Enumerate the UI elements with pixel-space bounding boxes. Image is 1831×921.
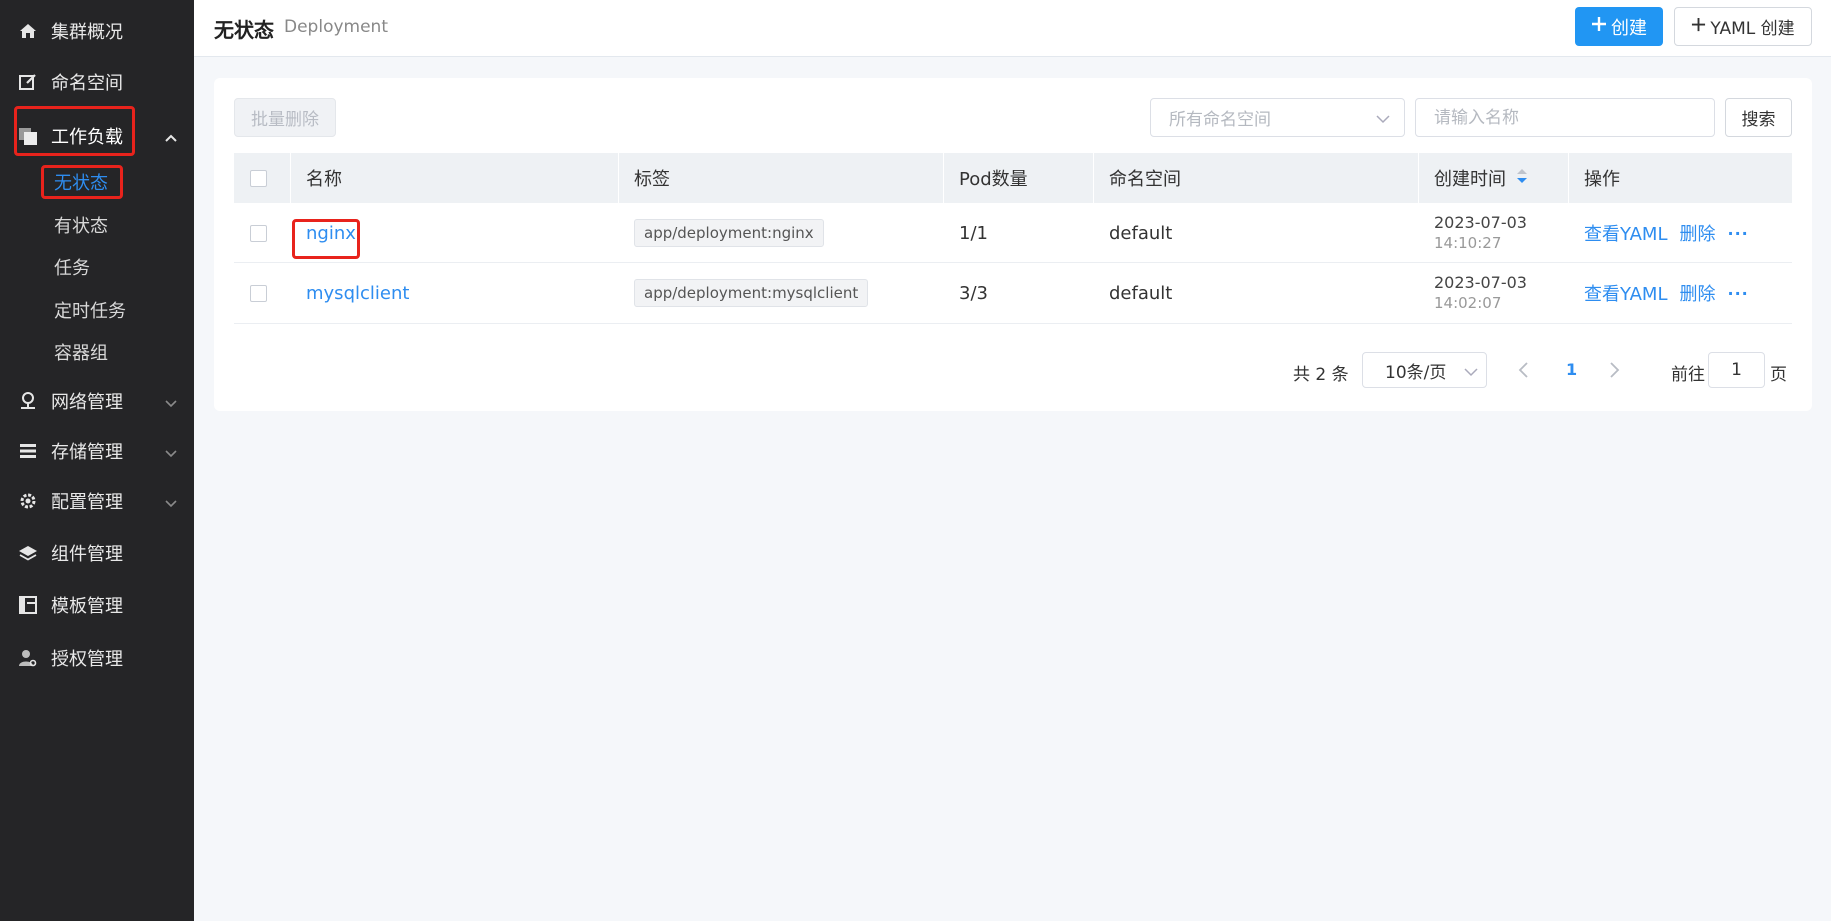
column-header-labels: 标签 [634,169,670,190]
table-header: 名称 标签 Pod数量 命名空间 创建时间 操作 [234,153,1792,203]
network-icon [18,391,38,411]
label-tag: app/deployment:mysqlclient [634,279,869,307]
pagination: 共 2 条 10条/页 1 前往 页 [214,352,1812,388]
prev-page-icon[interactable] [1514,360,1534,380]
created-date: 2023-07-03 [1434,273,1527,292]
page-size-value: 10条/页 [1385,362,1447,383]
chevron-down-icon [1376,111,1390,125]
namespace-value: default [1109,282,1173,304]
home-icon [18,21,38,41]
sidebar-subitem-cronjob[interactable]: 定时任务 [54,295,126,325]
created-time: 2023-07-03 14:02:07 [1434,273,1527,313]
more-icon[interactable]: ··· [1727,224,1748,243]
namespace-select-placeholder: 所有命名空间 [1169,110,1271,130]
sidebar-item-label: 模板管理 [51,596,123,617]
chevron-down-icon [164,444,178,458]
yaml-create-button[interactable]: YAML 创建 [1674,7,1812,46]
sidebar-item-label: 集群概况 [51,22,123,43]
column-header-pods: Pod数量 [959,169,1028,190]
main-card: 批量删除 所有命名空间 搜索 名称 标签 Pod数量 命名空间 创建时间 [214,78,1812,411]
delete-link[interactable]: 删除 [1679,220,1715,246]
sidebar-item-label: 存储管理 [51,442,123,463]
table-row: mysqlclient app/deployment:mysqlclient 3… [234,263,1792,324]
page-suffix: 页 [1770,365,1787,385]
column-header-name: 名称 [306,169,342,190]
plus-icon [1591,16,1607,37]
chevron-down-icon [1464,364,1478,378]
sidebar-item-cluster-overview[interactable]: 集群概况 [0,9,194,53]
sidebar-item-auth[interactable]: 授权管理 [0,636,194,680]
deployment-highlight-box [41,165,123,199]
sidebar-item-label: 配置管理 [51,492,123,513]
row-actions: 查看YAML 删除 ··· [1584,203,1749,263]
create-button-label: 创建 [1611,17,1647,39]
column-header-created-label: 创建时间 [1434,169,1506,190]
sidebar-item-network[interactable]: 网络管理 [0,379,194,423]
storage-icon [18,441,38,461]
gear-icon [18,491,38,511]
table-row: nginx app/deployment:nginx 1/1 default 2… [234,203,1792,263]
sidebar-subitem-pod[interactable]: 容器组 [54,337,108,367]
row-actions: 查看YAML 删除 ··· [1584,263,1749,323]
template-icon [18,595,38,615]
row-checkbox[interactable] [250,285,267,302]
sidebar-item-storage[interactable]: 存储管理 [0,429,194,473]
search-button[interactable]: 搜索 [1725,98,1792,137]
created-time: 2023-07-03 14:10:27 [1434,213,1527,253]
more-icon[interactable]: ··· [1727,284,1748,303]
page-title: 无状态 [214,18,274,42]
namespace-select[interactable]: 所有命名空间 [1150,98,1405,137]
sidebar-item-namespace[interactable]: 命名空间 [0,60,194,104]
page-size-select[interactable]: 10条/页 [1362,352,1487,388]
plus-icon [1691,17,1706,37]
deployment-name-link[interactable]: mysqlclient [306,263,409,323]
next-page-icon[interactable] [1604,360,1624,380]
page-header: 无状态 Deployment 创建 YAML 创建 [194,0,1831,57]
sidebar-subitem-job[interactable]: 任务 [54,252,90,282]
sidebar-item-config[interactable]: 配置管理 [0,479,194,523]
chevron-up-icon [164,129,178,143]
sidebar-item-label: 组件管理 [51,544,123,565]
workload-highlight-box [14,106,135,156]
sidebar: 集群概况 命名空间 工作负载 无状态 有状态 任务 定时任务 容器组 网络管理 [0,0,194,921]
batch-delete-button[interactable]: 批量删除 [234,98,336,137]
page-subtitle: Deployment [284,17,388,37]
goto-label: 前往 [1671,365,1705,385]
layers-icon [18,543,38,563]
nginx-highlight-box [292,219,360,259]
pod-count: 3/3 [959,282,988,304]
chevron-down-icon [164,494,178,508]
sidebar-item-label: 命名空间 [51,73,123,94]
column-header-created[interactable]: 创建时间 [1419,153,1528,203]
create-button[interactable]: 创建 [1575,7,1663,46]
yaml-create-button-label: YAML 创建 [1710,19,1795,39]
pagination-total: 共 2 条 [1293,365,1349,385]
row-checkbox[interactable] [250,225,267,242]
name-search-input[interactable] [1415,98,1715,137]
pod-count: 1/1 [959,222,988,244]
view-yaml-link[interactable]: 查看YAML [1584,280,1667,306]
created-clock: 14:02:07 [1434,294,1502,312]
select-all-checkbox[interactable] [250,170,267,187]
column-header-namespace: 命名空间 [1109,169,1181,190]
label-tag: app/deployment:nginx [634,219,824,247]
sidebar-item-components[interactable]: 组件管理 [0,531,194,575]
sidebar-item-label: 网络管理 [51,392,123,413]
view-yaml-link[interactable]: 查看YAML [1584,220,1667,246]
page-number-current[interactable]: 1 [1566,360,1577,379]
created-clock: 14:10:27 [1434,234,1502,252]
created-date: 2023-07-03 [1434,213,1527,232]
sidebar-item-label: 授权管理 [51,649,123,670]
chevron-down-icon [164,394,178,408]
goto-page-input[interactable] [1708,352,1765,388]
user-key-icon [18,648,38,668]
delete-link[interactable]: 删除 [1679,280,1715,306]
sidebar-item-templates[interactable]: 模板管理 [0,583,194,627]
column-header-actions: 操作 [1584,169,1620,190]
edit-icon [18,72,38,92]
namespace-value: default [1109,222,1173,244]
sort-icon[interactable] [1516,167,1528,190]
sidebar-subitem-statefulset[interactable]: 有状态 [54,210,108,240]
